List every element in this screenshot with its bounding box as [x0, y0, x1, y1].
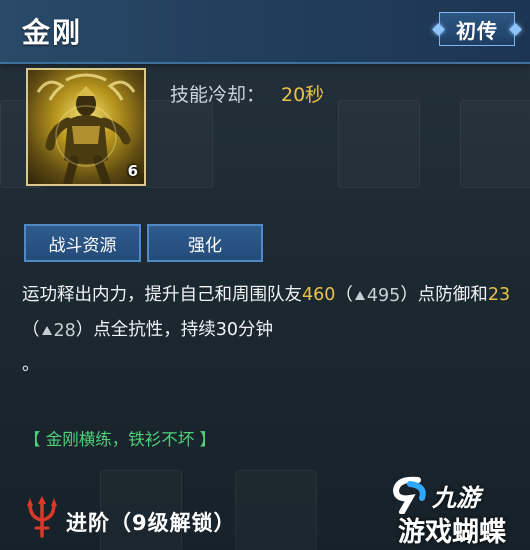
- next-resistance: 28: [40, 314, 76, 348]
- advance-lock-text: （9级解锁）: [110, 511, 236, 535]
- bg-tile: [145, 100, 213, 188]
- bg-tile: [338, 100, 420, 188]
- watermark-top-text: 九游: [432, 484, 480, 512]
- skill-level-count: 6: [127, 162, 138, 180]
- desc-text-3: ）点全抗性，持续30分钟: [75, 320, 274, 340]
- skill-title: 金刚: [22, 16, 83, 49]
- arrow-up-icon: [41, 326, 52, 335]
- resistance-value: 23: [487, 285, 511, 305]
- trident-icon: [27, 496, 57, 538]
- rank-badge-label: 初传: [439, 12, 515, 46]
- bg-tile: [235, 470, 317, 550]
- skill-motto: 【 金刚横练，铁衫不坏 】: [24, 430, 216, 449]
- desc-text-2: ）点防御和: [400, 285, 488, 305]
- rank-badge: 初传: [432, 11, 522, 47]
- advance-section[interactable]: 进阶（9级解锁）: [66, 507, 236, 537]
- next-defense-value: 495: [366, 286, 401, 306]
- paren-open-1: （: [335, 285, 353, 305]
- enhance-button[interactable]: 强化: [147, 224, 263, 262]
- skill-detail-panel: 金刚 初传 6 技能冷却： 20秒 战斗资源 强化 运功释出内力，提升自己和周围…: [0, 0, 530, 550]
- desc-text-1: 运功释出内力，提升自己和周围队友: [22, 285, 302, 305]
- defense-value: 460: [302, 285, 336, 305]
- cooldown-label: 技能冷却：: [170, 84, 266, 106]
- desc-end: 。: [22, 355, 40, 375]
- site-watermark: 九游 游戏蝴蝶: [388, 474, 528, 548]
- next-defense: 495: [353, 279, 400, 313]
- paren-open-2: （: [22, 320, 40, 340]
- bg-tile: [460, 100, 530, 188]
- watermark-bottom-text: 游戏蝴蝶: [398, 517, 506, 548]
- logo-9-icon: [392, 476, 426, 514]
- cooldown-value: 20秒: [281, 84, 325, 106]
- skill-description: 运功释出内力，提升自己和周围队友460（ 495 ）点防御和23（ 28 ）点全抗性，持…: [22, 278, 512, 382]
- skill-portrait-icon: 6: [26, 68, 146, 186]
- header-bar: 金刚 初传: [0, 0, 530, 64]
- arrow-up-icon: [354, 291, 365, 300]
- advance-label: 进阶: [66, 511, 110, 535]
- next-resistance-value: 28: [53, 321, 76, 341]
- battle-resource-button[interactable]: 战斗资源: [24, 224, 141, 262]
